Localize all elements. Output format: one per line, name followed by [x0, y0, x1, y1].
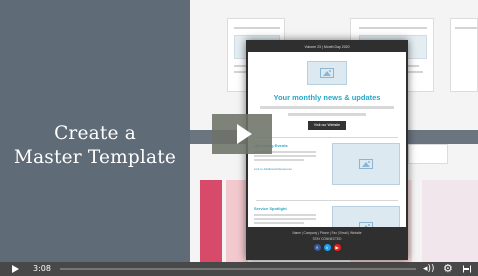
section-body-line	[254, 218, 316, 220]
email-body-line	[288, 113, 366, 116]
section-title: Service Spotlight	[254, 206, 287, 211]
section-body-line	[254, 214, 316, 216]
section-body-line	[254, 155, 316, 157]
email-divider	[256, 137, 398, 138]
email-cta-button: Visit our Website	[308, 121, 346, 130]
section-body-line	[254, 159, 304, 161]
template-thumbnail	[226, 180, 248, 262]
email-hero-image	[307, 61, 347, 85]
seek-bar[interactable]	[60, 268, 416, 270]
play-icon[interactable]	[12, 265, 19, 273]
video-title-line1: Create a	[54, 123, 136, 144]
email-footer: Name | Company | Phone | Fax | Email | W…	[248, 227, 406, 258]
player-control-bar: 3:08 ◂)) ⚙	[0, 262, 478, 276]
section-body-line	[254, 222, 304, 224]
image-placeholder-icon	[320, 68, 334, 78]
gear-icon[interactable]: ⚙	[443, 262, 453, 275]
facebook-icon: f	[313, 244, 321, 251]
footer-contact-links: Name | Company | Phone | Fax | Email | W…	[292, 231, 362, 235]
footer-stay-connected: STAY CONNECTED	[312, 237, 342, 241]
template-thumbnail	[200, 180, 222, 262]
youtube-icon: ▶	[333, 244, 341, 251]
section-link: Link to Additional Resources	[254, 167, 292, 171]
template-thumbnail	[422, 180, 478, 262]
play-button-overlay[interactable]	[212, 114, 272, 154]
image-placeholder-icon	[359, 159, 373, 169]
volume-icon[interactable]: ◂))	[423, 263, 435, 275]
template-card	[408, 144, 448, 164]
video-title: Create a Master Template	[0, 122, 190, 170]
social-icons: f t ▶	[248, 244, 406, 251]
twitter-icon: t	[323, 244, 331, 251]
email-issue-bar: Volume 23 | Month Day 2020	[248, 42, 406, 52]
video-player[interactable]: Create a Master Template Volume 23 | Mon…	[0, 0, 478, 276]
title-panel: Create a Master Template	[0, 0, 190, 262]
email-divider	[256, 200, 398, 201]
section-image	[332, 143, 400, 185]
template-card	[450, 18, 478, 92]
email-body-line	[260, 106, 394, 109]
email-headline: Your monthly news & updates	[273, 93, 381, 102]
playback-time: 3:08	[33, 264, 51, 273]
video-title-line2: Master Template	[13, 147, 177, 168]
fullscreen-icon[interactable]	[463, 265, 471, 273]
